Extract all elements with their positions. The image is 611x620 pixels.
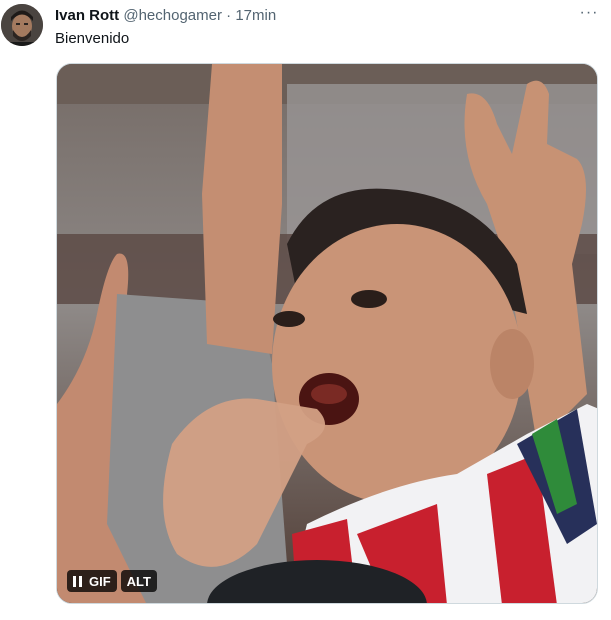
tweet-header: Ivan Rott @hechogamer · 17min [55,6,276,26]
gif-controls: GIF ALT [67,570,157,592]
avatar-image [1,4,43,46]
separator-dot: · [226,7,232,24]
tweet-timestamp[interactable]: 17min [235,7,276,24]
pause-icon [73,575,82,587]
avatar[interactable] [1,4,43,46]
gif-badge-label: GIF [89,573,111,589]
gif-frame [57,64,597,603]
alt-badge-label: ALT [126,573,151,589]
more-options-button[interactable]: ··· [578,4,600,26]
tweet-text: Bienvenido [55,30,130,47]
author-handle[interactable]: @hechogamer [123,7,222,24]
author-name[interactable]: Ivan Rott [55,7,119,24]
alt-text-button[interactable]: ALT [120,570,157,592]
more-horizontal-icon: ··· [579,4,599,21]
gif-pause-button[interactable]: GIF [67,570,117,592]
gif-media[interactable] [56,63,598,604]
